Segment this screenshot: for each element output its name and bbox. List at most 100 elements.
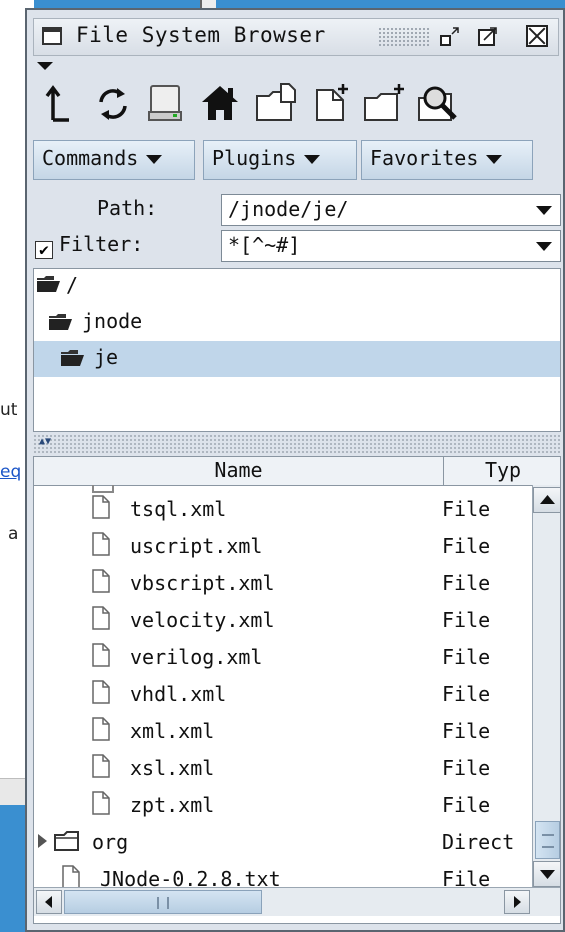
file-name[interactable]: xsl.xml [130, 756, 214, 780]
table-row[interactable]: vbscript.xml File [34, 565, 528, 602]
open-folder-icon [49, 314, 72, 330]
horizontal-scrollbar[interactable] [34, 887, 560, 916]
open-folder-icon [37, 276, 60, 292]
favorites-menu-label: Favorites [370, 146, 479, 170]
file-system-browser-window: File System Browser Commands Plugins Fav… [25, 8, 565, 932]
filter-combo[interactable]: *[^~#] [221, 230, 561, 262]
file-type: File [442, 756, 491, 780]
file-icon [92, 791, 110, 815]
scroll-up-button[interactable] [533, 487, 560, 513]
pane-splitter[interactable]: ▲▼ [33, 434, 561, 454]
table-row[interactable]: xml.xml File [34, 713, 528, 750]
vertical-scrollbar[interactable] [532, 485, 560, 887]
tree-item-label[interactable]: / [66, 273, 78, 297]
splitter-arrows-icon[interactable]: ▲▼ [39, 436, 51, 447]
file-name[interactable]: velocity.xml [130, 608, 275, 632]
vertical-scroll-thumb[interactable] [535, 821, 560, 859]
open-folder-icon [61, 350, 84, 366]
file-name[interactable]: verilog.xml [130, 645, 262, 669]
up-directory-icon[interactable] [39, 80, 79, 126]
chevron-down-icon [304, 155, 321, 164]
chevron-down-icon [486, 155, 503, 164]
file-type: File [442, 793, 491, 817]
toolbar-menu-arrow-icon[interactable] [37, 62, 53, 70]
file-name[interactable]: zpt.xml [130, 793, 214, 817]
path-label: Path: [97, 196, 158, 220]
file-type: File [442, 571, 491, 595]
title-bar-grip[interactable] [378, 27, 430, 47]
minimize-icon[interactable] [439, 25, 461, 47]
file-name[interactable]: vbscript.xml [130, 571, 275, 595]
folder-icon [54, 831, 79, 851]
table-row[interactable]: xsl.xml File [34, 750, 528, 787]
file-type: File [442, 645, 491, 669]
file-type: File [442, 719, 491, 743]
table-row[interactable]: vhdl.xml File [34, 676, 528, 713]
table-row[interactable]: velocity.xml File [34, 602, 528, 639]
arrow-up-icon [540, 495, 555, 504]
commands-menu-button[interactable]: Commands [33, 140, 195, 180]
arrow-down-icon [540, 870, 555, 879]
reload-icon[interactable] [93, 80, 133, 126]
scroll-left-button[interactable] [36, 890, 62, 914]
file-name[interactable]: xml.xml [130, 719, 214, 743]
file-icon [92, 569, 110, 593]
search-icon[interactable] [415, 80, 461, 126]
plugins-menu-label: Plugins [212, 146, 297, 170]
file-icon [92, 606, 110, 630]
arrow-right-icon [514, 896, 521, 908]
file-type: File [442, 534, 491, 558]
tree-item-label[interactable]: jnode [82, 309, 142, 333]
background-link-fragment[interactable]: eq [0, 462, 21, 482]
file-icon [92, 643, 110, 667]
chevron-down-icon[interactable] [536, 242, 552, 251]
table-row[interactable]: uscript.xml File [34, 528, 528, 565]
scroll-right-button[interactable] [504, 890, 530, 914]
table-row[interactable]: verilog.xml File [34, 639, 528, 676]
home-icon[interactable] [199, 80, 241, 126]
column-header-type[interactable]: Typ [444, 457, 560, 485]
table-row[interactable]: zpt.xml File [34, 787, 528, 824]
file-name[interactable]: tsql.xml [130, 497, 226, 521]
arrow-left-icon [45, 896, 52, 908]
new-file-icon[interactable] [311, 80, 351, 126]
chevron-down-icon [146, 155, 163, 164]
tree-item-label[interactable]: je [94, 345, 118, 369]
path-value[interactable]: /jnode/je/ [228, 197, 348, 221]
file-type: File [442, 682, 491, 706]
filter-checkbox[interactable]: ✔ [35, 241, 53, 259]
table-row[interactable]: org Direct [34, 824, 528, 861]
file-icon [92, 495, 110, 519]
maximize-icon[interactable] [477, 25, 499, 47]
file-type: File [442, 608, 491, 632]
filter-label: Filter: [59, 232, 144, 256]
file-icon [92, 532, 110, 556]
filter-value[interactable]: *[^~#] [228, 233, 300, 257]
favorites-menu-button[interactable]: Favorites [361, 140, 533, 180]
window-icon[interactable] [42, 27, 62, 45]
path-combo[interactable]: /jnode/je/ [221, 194, 561, 226]
file-type: Direct [442, 830, 515, 854]
background-text-fragment: ut [0, 400, 18, 420]
chevron-down-icon[interactable] [536, 206, 552, 215]
scroll-down-button[interactable] [533, 861, 560, 887]
new-folder-icon[interactable] [253, 80, 299, 126]
background-text-fragment: a [8, 524, 19, 544]
file-name[interactable]: vhdl.xml [130, 682, 226, 706]
close-icon[interactable] [526, 25, 548, 47]
drive-icon[interactable] [145, 80, 185, 126]
file-name[interactable]: org [92, 830, 128, 854]
plugins-menu-button[interactable]: Plugins [203, 140, 357, 180]
file-name[interactable]: uscript.xml [130, 534, 262, 558]
horizontal-scroll-thumb[interactable] [64, 890, 262, 914]
new-directory-icon[interactable] [361, 80, 407, 126]
file-table: Name Typ tsql.xml File uscript.xml File vbsc… [33, 456, 561, 924]
title-bar[interactable]: File System Browser [33, 18, 559, 56]
expand-arrow-icon[interactable] [38, 834, 47, 848]
file-type: File [442, 497, 491, 521]
column-header-name[interactable]: Name [34, 457, 444, 485]
table-row[interactable]: tsql.xml File [34, 491, 528, 528]
directory-tree: / jnode je [33, 268, 561, 432]
tree-item-je[interactable]: je [34, 341, 560, 377]
table-header: Name Typ [34, 457, 560, 486]
